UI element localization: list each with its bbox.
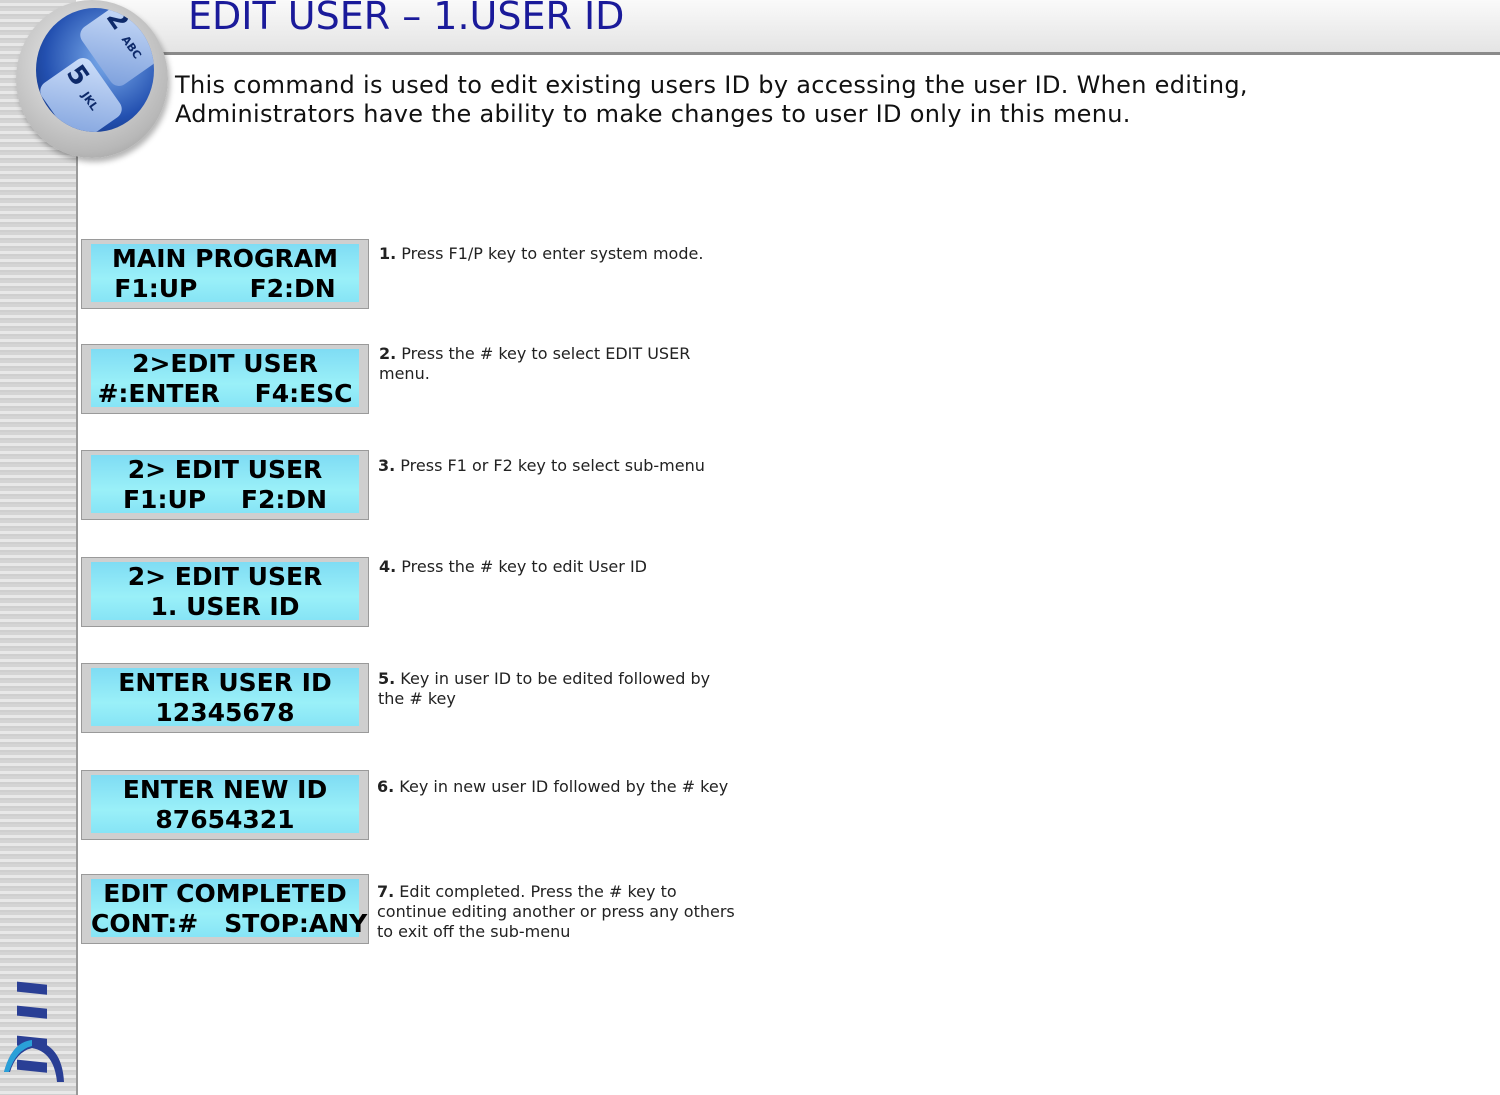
step-instruction: 7. Edit completed. Press the # key to co…: [377, 882, 737, 942]
step-instruction: 3. Press F1 or F2 key to select sub-menu: [378, 456, 738, 476]
lcd-screen-text: 2> EDIT USER F1:UP F2:DN: [91, 455, 359, 514]
step-text: Press the # key to edit User ID: [396, 557, 647, 576]
lcd-screen-text: 2> EDIT USER 1. USER ID: [91, 562, 359, 621]
page-title: EDIT USER – 1.USER ID: [188, 0, 625, 38]
step-text: Press F1 or F2 key to select sub-menu: [395, 456, 705, 475]
lcd-display: MAIN PROGRAM F1:UP F2:DN: [81, 239, 369, 309]
lcd-display: ENTER NEW ID 87654321: [81, 770, 369, 840]
lcd-display: EDIT COMPLETED CONT:# STOP:ANY: [81, 874, 369, 944]
lcd-screen-text: ENTER USER ID 12345678: [91, 668, 359, 727]
step-number: 3.: [378, 456, 396, 475]
step-number: 4.: [379, 557, 397, 576]
lcd-screen-text: ENTER NEW ID 87654321: [91, 775, 359, 834]
lcd-screen-text: MAIN PROGRAM F1:UP F2:DN: [91, 244, 359, 303]
lcd-display: 2> EDIT USER F1:UP F2:DN: [81, 450, 369, 520]
step-number: 6.: [377, 777, 395, 796]
step-text: Key in user ID to be edited followed by …: [378, 669, 711, 708]
step-instruction: 5. Key in user ID to be edited followed …: [378, 669, 738, 709]
step-text: Press F1/P key to enter system mode.: [396, 244, 704, 263]
step-number: 5.: [378, 669, 396, 688]
lcd-display: 2> EDIT USER 1. USER ID: [81, 557, 369, 627]
step-instruction: 6. Key in new user ID followed by the # …: [377, 777, 737, 797]
step-number: 2.: [379, 344, 397, 363]
step-number: 1.: [379, 244, 397, 263]
intro-text: This command is used to edit existing us…: [175, 71, 1248, 128]
lcd-screen-text: EDIT COMPLETED CONT:# STOP:ANY: [91, 879, 368, 938]
step-text: Key in new user ID followed by the # key: [394, 777, 729, 796]
idti-logo: [4, 981, 64, 1082]
step-text: Press the # key to select EDIT USER menu…: [379, 344, 691, 383]
step-instruction: 1. Press F1/P key to enter system mode.: [379, 244, 739, 264]
sidebar: [0, 0, 78, 1095]
step-number: 7.: [377, 882, 395, 901]
step-instruction: 4. Press the # key to edit User ID: [379, 557, 739, 577]
step-text: Edit completed. Press the # key to conti…: [377, 882, 735, 941]
step-instruction: 2. Press the # key to select EDIT USER m…: [379, 344, 739, 384]
keypad-badge-image: 2 ABC 5 JKL: [16, 0, 168, 158]
lcd-display: 2>EDIT USER #:ENTER F4:ESC: [81, 344, 369, 414]
lcd-screen-text: 2>EDIT USER #:ENTER F4:ESC: [91, 349, 359, 408]
lcd-display: ENTER USER ID 12345678: [81, 663, 369, 733]
